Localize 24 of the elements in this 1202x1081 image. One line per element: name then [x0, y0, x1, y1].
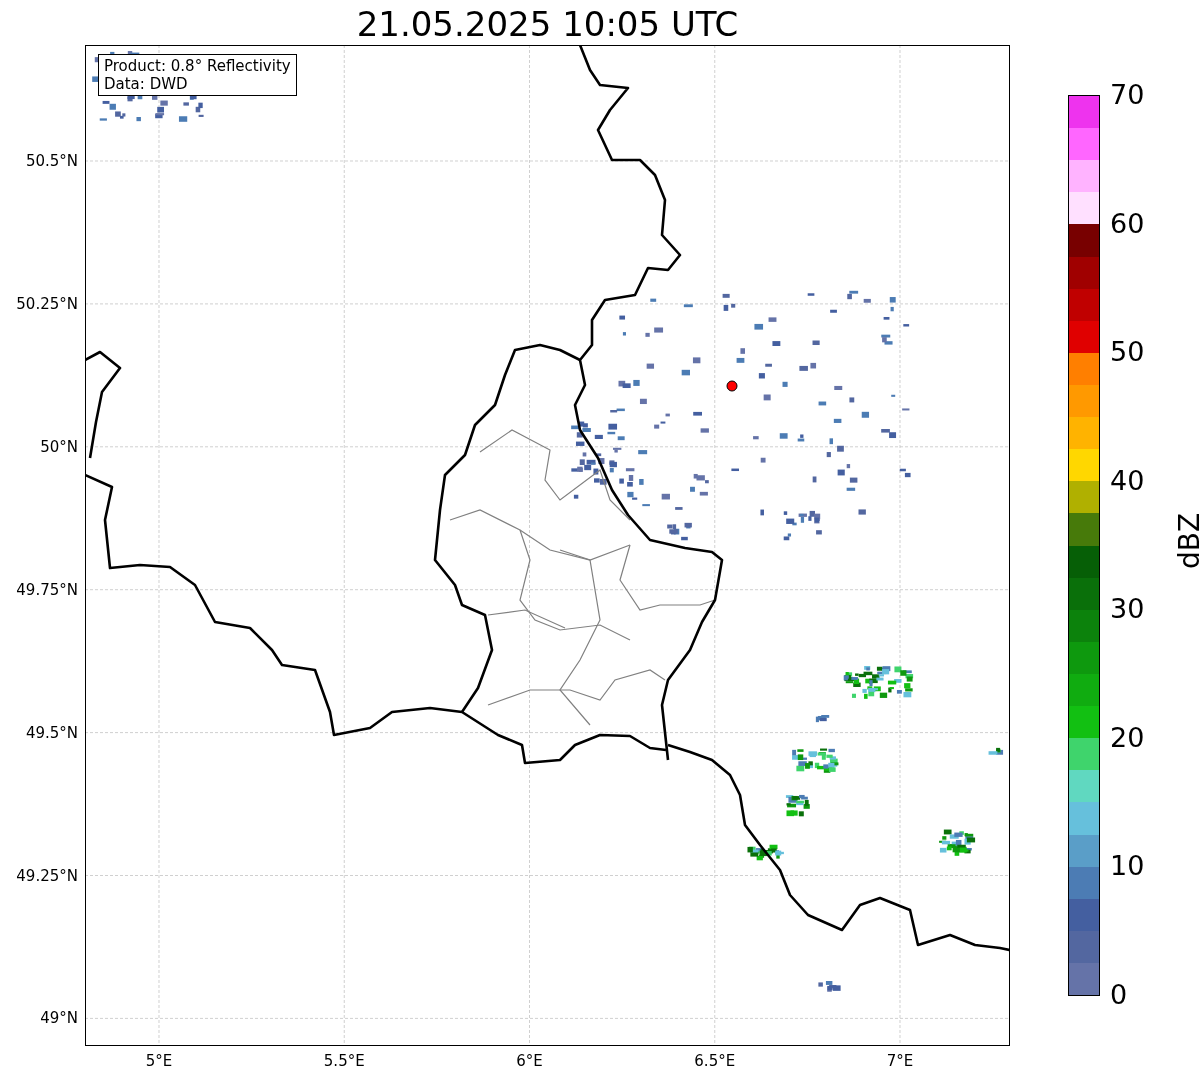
longitude-label: 5.5°E	[322, 1052, 366, 1070]
latitude-label: 50.5°N	[25, 152, 78, 170]
colorbar-label: dBZ	[1174, 512, 1202, 570]
colorbar-tick-label: 0	[1110, 980, 1128, 1010]
legend-text: Product: 0.8° Reflectivity	[104, 57, 291, 75]
chart-title: 21.05.2025 10:05 UTC	[355, 3, 740, 45]
colorbar-tick-label: 40	[1110, 465, 1145, 496]
longitude-label: 6.5°E	[693, 1052, 737, 1070]
colorbar-tick-label: 70	[1110, 80, 1145, 110]
colorbar-tick-label: 50	[1110, 337, 1145, 368]
latitude-label: 49.5°N	[25, 723, 78, 742]
legend-text: Data: DWD	[104, 75, 189, 93]
latitude-label: 50.25°N	[16, 294, 78, 313]
latitude-label: 49.75°N	[16, 580, 78, 599]
colorbar-tick-label: 10	[1110, 851, 1145, 882]
colorbar-tick-label: 60	[1110, 208, 1145, 239]
latitude-label: 49°N	[40, 1009, 78, 1028]
longitude-label: 5°E	[144, 1052, 174, 1070]
colorbar-tick-label: 20	[1110, 722, 1145, 753]
longitude-label: 7°E	[885, 1052, 915, 1070]
latitude-label: 49.25°N	[16, 866, 78, 885]
colorbar-tick-label: 30	[1110, 594, 1145, 625]
longitude-label: 6°E	[515, 1052, 544, 1070]
latitude-label: 50°N	[40, 437, 78, 456]
